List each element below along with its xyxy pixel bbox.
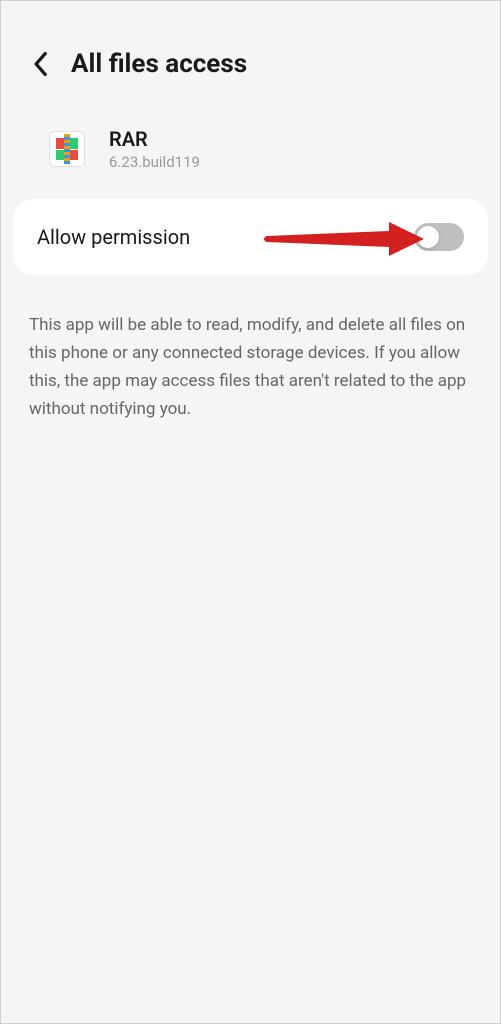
app-info: RAR 6.23.build119	[1, 99, 500, 191]
permission-toggle[interactable]	[414, 223, 464, 251]
toggle-knob	[417, 226, 439, 248]
permission-description: This app will be able to read, modify, a…	[1, 283, 500, 451]
back-button[interactable]	[29, 53, 51, 75]
page-title: All files access	[71, 49, 247, 79]
header: All files access	[1, 1, 500, 99]
app-icon	[49, 131, 85, 167]
app-name: RAR	[109, 127, 200, 151]
chevron-left-icon	[31, 51, 49, 77]
permission-card: Allow permission	[13, 199, 488, 275]
permission-label: Allow permission	[37, 225, 190, 249]
app-details: RAR 6.23.build119	[109, 127, 200, 171]
app-version: 6.23.build119	[109, 153, 200, 171]
